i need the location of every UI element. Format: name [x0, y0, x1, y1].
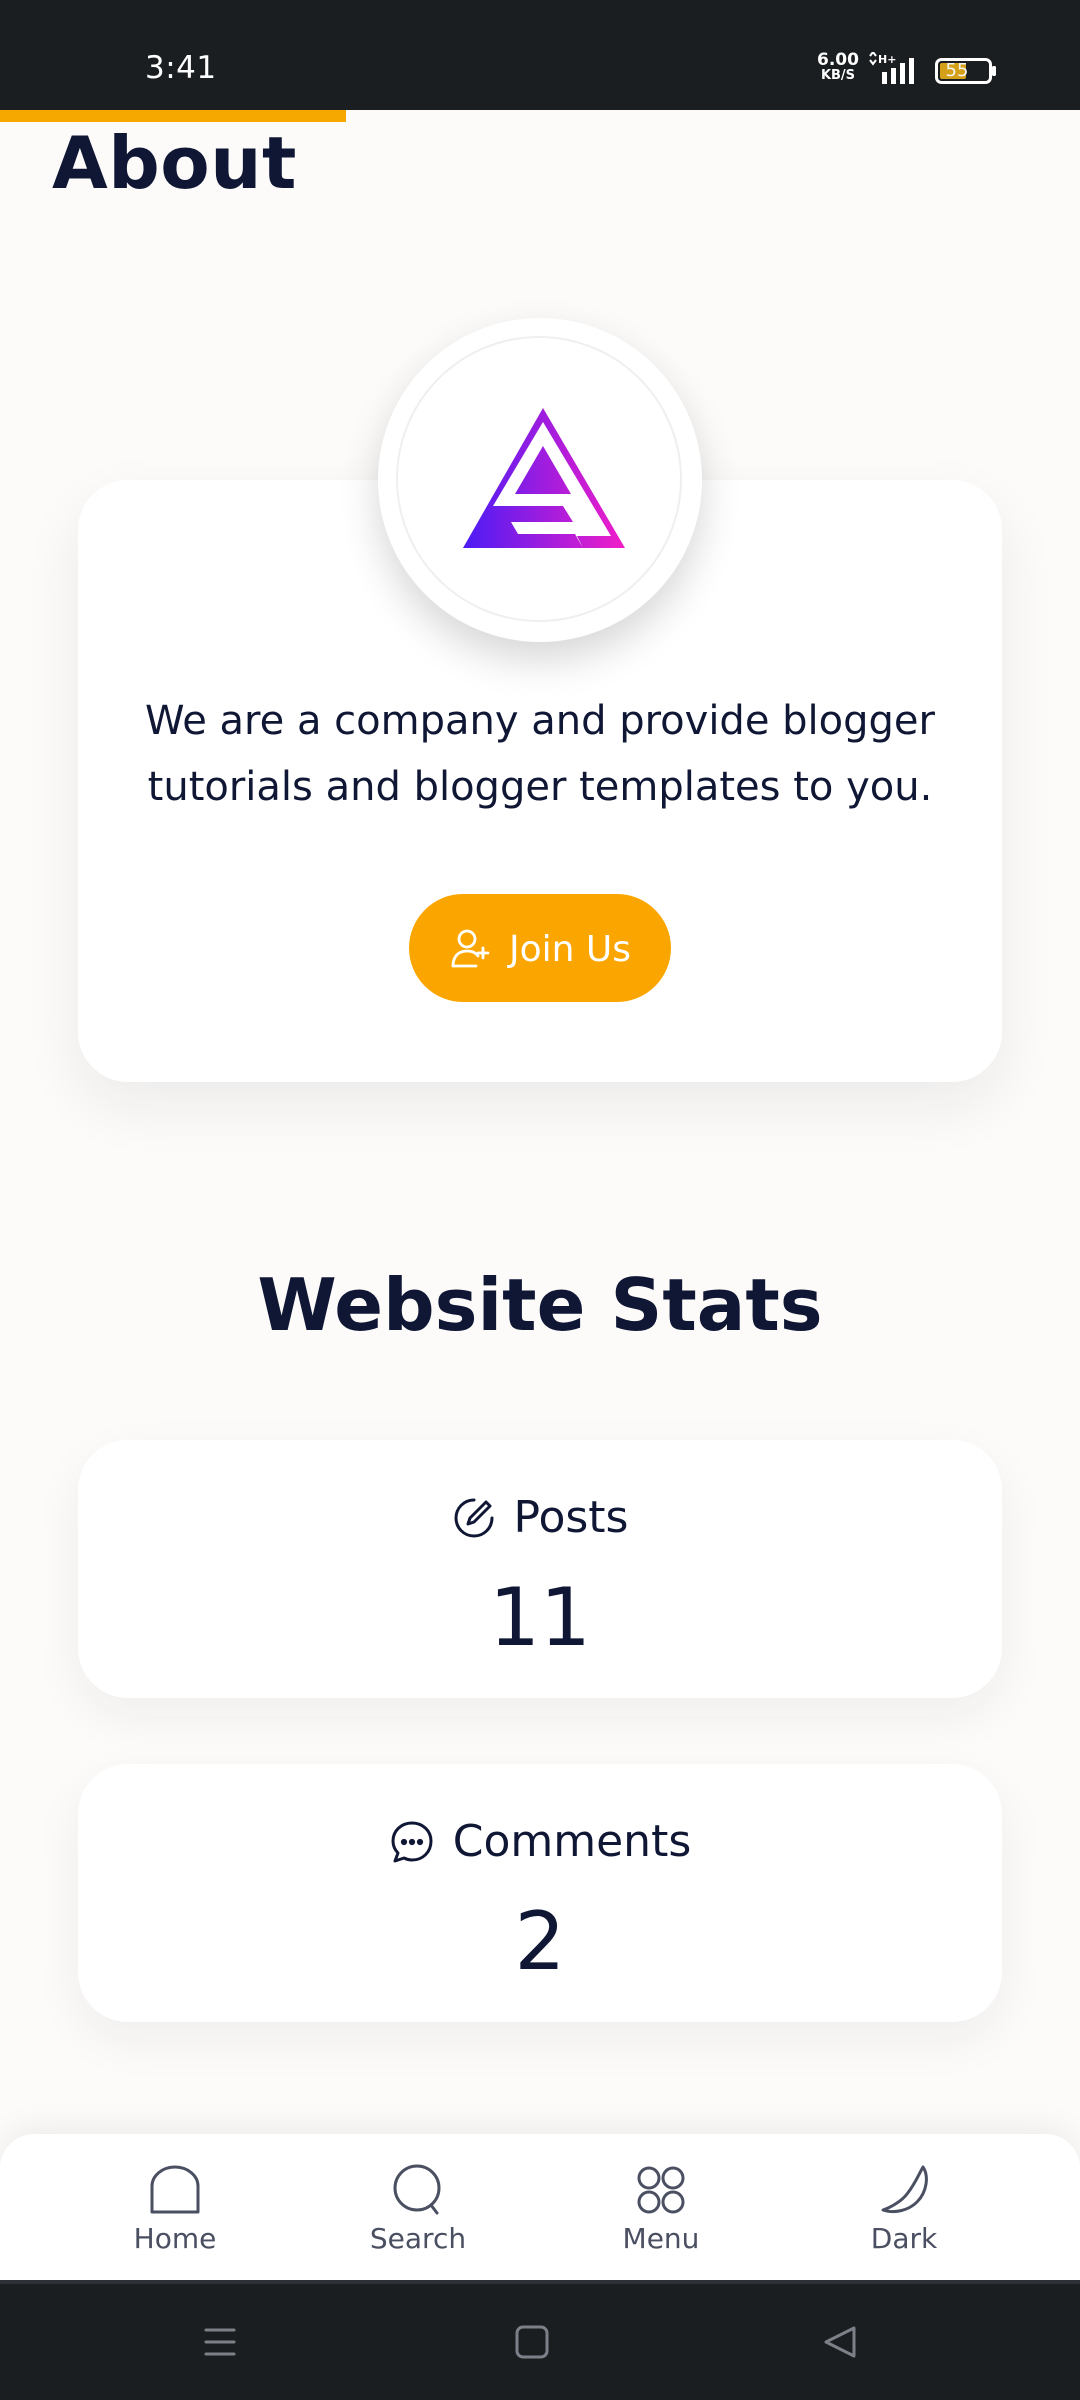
svg-text:H+: H+ [878, 53, 896, 66]
network-speed-unit: KB/S [820, 68, 856, 83]
stat-card-posts: Posts 11 [78, 1440, 1002, 1698]
menu-grid-icon [637, 2166, 685, 2214]
battery-level: 55 [945, 60, 969, 81]
comment-icon [391, 1821, 433, 1862]
nav-item-search[interactable]: Search [318, 2164, 518, 2255]
stat-comments-header: Comments [78, 1816, 1002, 1867]
system-nav-bar [0, 2280, 1080, 2400]
stat-comments-label: Comments [452, 1816, 692, 1867]
stat-posts-header: Posts [78, 1492, 1002, 1543]
network-speed: 6.00 KB/S [813, 52, 863, 84]
join-us-label: Join Us [508, 928, 631, 970]
recent-apps-icon[interactable] [202, 2324, 238, 2360]
user-plus-icon [451, 929, 490, 968]
join-us-button[interactable]: Join Us [409, 894, 671, 1002]
status-time: 3:41 [145, 50, 217, 86]
stat-posts-label: Posts [513, 1492, 629, 1543]
back-icon[interactable] [822, 2324, 858, 2360]
about-description: We are a company and provide blogger tut… [145, 698, 935, 810]
home-icon [150, 2165, 200, 2214]
stats-title: Website Stats [257, 1263, 823, 1347]
stat-card-comments: Comments 2 [78, 1764, 1002, 2022]
stat-comments-value: 2 [514, 1895, 566, 1988]
network-speed-value: 6.00 [817, 50, 859, 70]
nav-label-dark: Dark [870, 2222, 938, 2255]
stat-posts-value: 11 [489, 1571, 591, 1664]
search-icon [393, 2164, 441, 2215]
nav-label-menu: Menu [622, 2222, 700, 2255]
company-logo [463, 408, 625, 548]
status-bar: 3:41 6.00 KB/S H+ 55 [0, 0, 1080, 110]
nav-item-menu[interactable]: Menu [561, 2164, 761, 2255]
nav-label-home: Home [133, 2222, 217, 2255]
moon-icon [881, 2165, 928, 2214]
home-system-icon[interactable] [514, 2324, 550, 2360]
page-title: About [52, 121, 297, 205]
nav-item-dark[interactable]: Dark [804, 2164, 1004, 2255]
signal-icon: H+ [869, 52, 914, 84]
nav-item-home[interactable]: Home [75, 2164, 275, 2255]
edit-icon [454, 1498, 493, 1537]
bottom-nav: Home Search Menu Dark [0, 2134, 1080, 2280]
nav-label-search: Search [369, 2222, 467, 2255]
